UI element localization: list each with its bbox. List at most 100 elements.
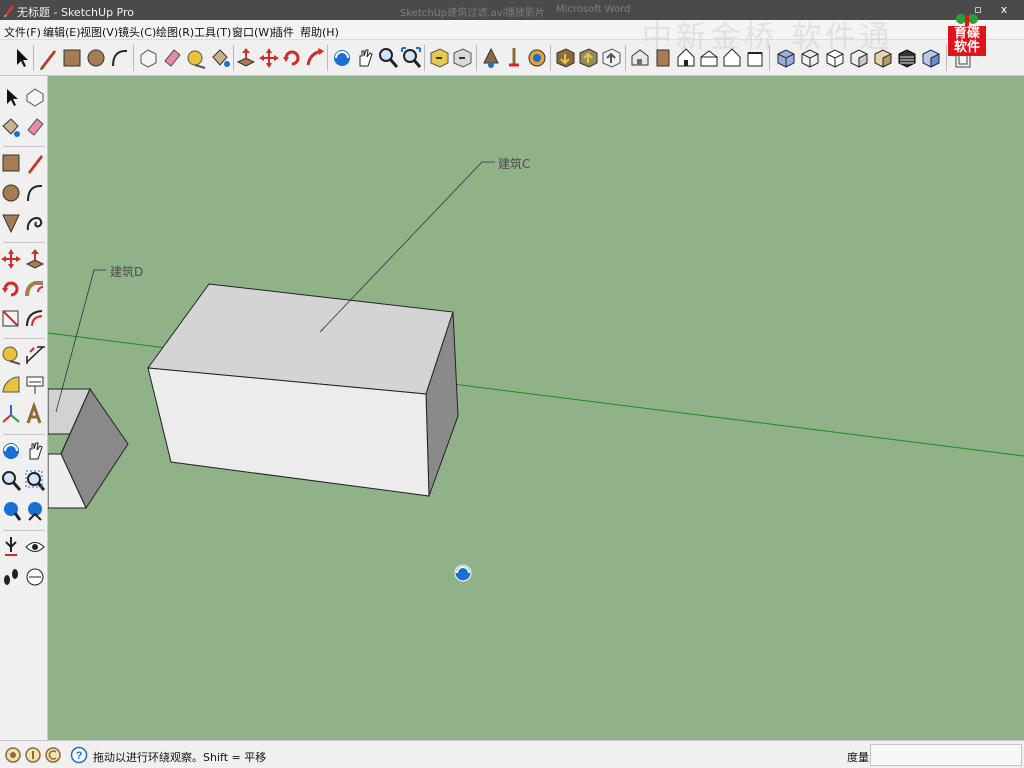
zoom-extents-icon[interactable]	[400, 45, 422, 71]
share-component-icon[interactable]	[600, 45, 622, 71]
background-window-title: SketchUp建筑过滤.avi	[400, 8, 506, 19]
toolbar-separator	[33, 45, 34, 71]
previous-view-icon[interactable]	[24, 498, 46, 524]
zoom-icon[interactable]	[0, 468, 22, 494]
protractor-icon[interactable]	[0, 372, 22, 398]
tool-separator	[3, 434, 45, 435]
menu-camera[interactable]: 镜头(C)	[118, 24, 156, 40]
push-pull-icon[interactable]	[235, 45, 257, 71]
follow-me-icon[interactable]	[304, 45, 326, 71]
building-d-model[interactable]	[48, 387, 129, 510]
zoom-window-icon[interactable]	[24, 468, 46, 494]
status-bar: ? 拖动以进行环绕观察。Shift = 平移 度量	[0, 740, 1024, 768]
arc-icon[interactable]	[24, 180, 46, 206]
tape-measure-icon[interactable]	[185, 45, 207, 71]
drawing-viewport[interactable]: 建筑C 建筑D	[48, 76, 1024, 740]
rectangle-icon[interactable]	[61, 45, 83, 71]
tool-separator	[3, 242, 45, 243]
tool-separator	[3, 146, 45, 147]
close-button[interactable]: x	[996, 1, 1012, 19]
select-icon[interactable]	[0, 84, 22, 110]
look-around-icon[interactable]	[526, 45, 548, 71]
look-around-icon[interactable]	[24, 534, 46, 560]
eraser-icon[interactable]	[161, 45, 183, 71]
make-component-icon[interactable]	[137, 45, 159, 71]
menu-edit[interactable]: 编辑(E)	[43, 24, 81, 40]
measurements-label: 度量	[847, 751, 869, 764]
tool-separator	[3, 338, 45, 339]
menu-view[interactable]: 视图(V)	[80, 24, 118, 40]
toolbar-separator	[327, 45, 328, 71]
make-component-icon[interactable]	[24, 84, 46, 110]
toolbar-separator	[550, 45, 551, 71]
help-icon[interactable]: ?	[70, 746, 88, 764]
toolbar-separator	[133, 45, 134, 71]
share-model-icon[interactable]	[577, 45, 599, 71]
toolbar-separator	[476, 45, 477, 71]
credits-icon[interactable]	[24, 746, 42, 764]
toolbar-separator	[625, 45, 626, 71]
rotate-icon[interactable]	[0, 276, 22, 302]
orbit-icon[interactable]	[331, 45, 353, 71]
rotate-icon[interactable]	[281, 45, 303, 71]
follow-me-icon[interactable]	[24, 276, 46, 302]
circle-icon[interactable]	[85, 45, 107, 71]
eraser-icon[interactable]	[24, 114, 46, 140]
geo-location-icon[interactable]	[4, 746, 22, 764]
background-window-title: Microsoft Word	[556, 4, 631, 15]
scale-icon[interactable]	[0, 306, 22, 332]
menu-plugins[interactable]: 插件	[272, 24, 294, 40]
rectangle-icon[interactable]	[0, 150, 22, 176]
axes-icon[interactable]	[0, 402, 22, 428]
tool-separator	[3, 530, 45, 531]
menu-file[interactable]: 文件(F)	[4, 24, 41, 40]
text-icon[interactable]	[24, 372, 46, 398]
toolbar-separator	[424, 45, 425, 71]
model-scene[interactable]	[48, 76, 1024, 740]
dimension-icon[interactable]	[24, 342, 46, 368]
orbit-icon[interactable]	[0, 438, 22, 464]
paint-bucket-icon[interactable]	[209, 45, 231, 71]
status-hint: 拖动以进行环绕观察。Shift = 平移	[93, 751, 267, 764]
circle-icon[interactable]	[0, 180, 22, 206]
sketchup-app-icon[interactable]	[3, 3, 15, 17]
line-icon[interactable]	[24, 150, 46, 176]
3d-text-icon[interactable]	[24, 401, 46, 428]
pan-icon[interactable]	[354, 45, 376, 71]
license-icon[interactable]	[44, 746, 62, 764]
position-camera-icon[interactable]	[0, 534, 22, 560]
polygon-icon[interactable]	[0, 210, 22, 236]
label-building-c[interactable]: 建筑C	[498, 155, 530, 172]
select-icon[interactable]	[10, 45, 32, 71]
pan-icon[interactable]	[24, 438, 46, 464]
next-view-icon[interactable]	[451, 45, 473, 71]
offset-icon[interactable]	[24, 306, 46, 332]
monochrome-icon[interactable]	[896, 45, 918, 71]
section-icon[interactable]	[920, 45, 942, 71]
move-icon[interactable]	[0, 246, 22, 272]
walk-icon[interactable]	[0, 564, 22, 590]
get-models-icon[interactable]	[554, 45, 576, 71]
zoom-icon[interactable]	[377, 45, 399, 71]
arc-icon[interactable]	[109, 45, 131, 71]
logo-text-line2: 软件	[953, 40, 980, 55]
menu-tools[interactable]: 工具(T)	[194, 24, 231, 40]
push-pull-icon[interactable]	[24, 246, 46, 272]
previous-view-icon[interactable]	[428, 45, 450, 71]
move-icon[interactable]	[258, 45, 280, 71]
menu-window[interactable]: 窗口(W)	[232, 24, 273, 40]
freehand-icon[interactable]	[24, 210, 46, 236]
measurements-input[interactable]	[870, 744, 1022, 766]
walk-icon[interactable]	[503, 45, 525, 71]
position-camera-icon[interactable]	[480, 45, 502, 71]
menu-help[interactable]: 帮助(H)	[300, 24, 339, 40]
paint-bucket-icon[interactable]	[0, 114, 22, 140]
building-c-model[interactable]	[147, 283, 459, 497]
watermark-text: 中新金桥 软件通	[642, 20, 894, 55]
tape-measure-icon[interactable]	[0, 342, 22, 368]
menu-draw[interactable]: 绘图(R)	[156, 24, 194, 40]
label-building-d[interactable]: 建筑D	[110, 263, 143, 280]
zoom-extents-icon[interactable]	[0, 498, 22, 524]
pencil-icon[interactable]	[37, 45, 59, 71]
section-plane-icon[interactable]	[24, 564, 46, 590]
